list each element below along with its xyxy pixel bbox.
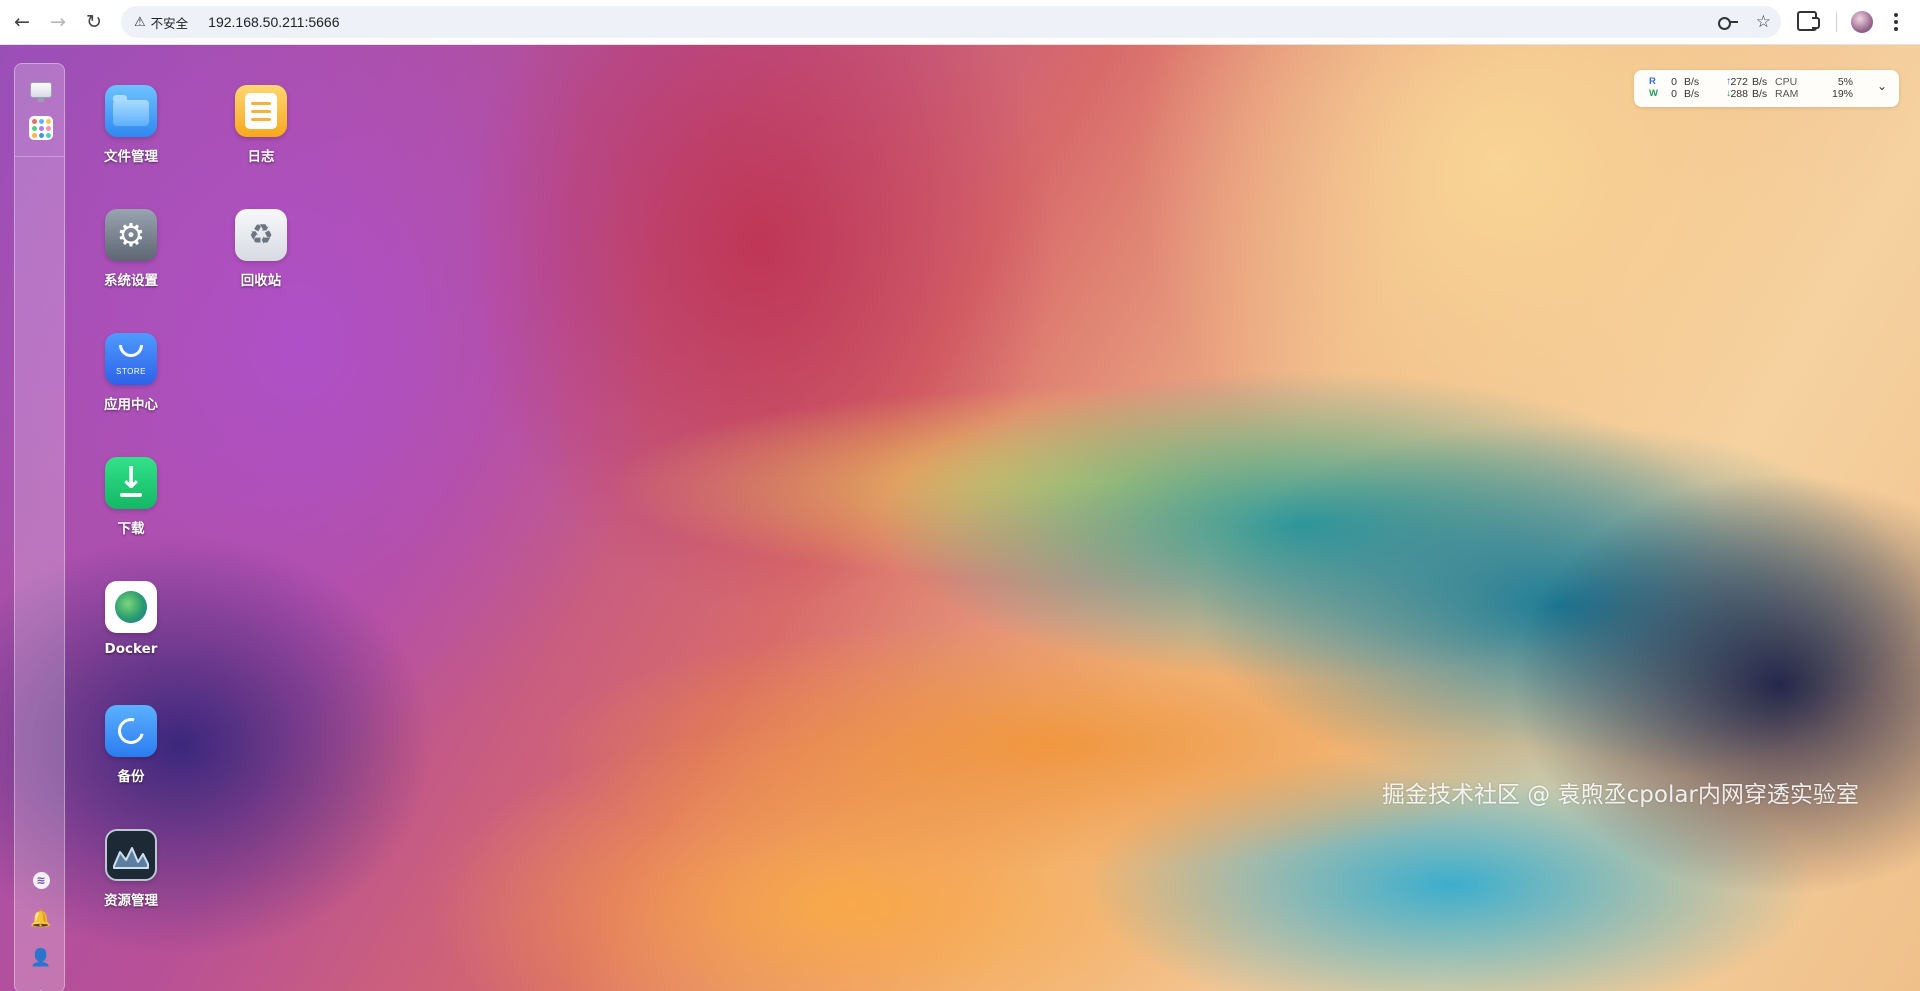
cpu-value: 5% <box>1837 76 1853 88</box>
bookmark-star-icon[interactable]: ☆ <box>1756 12 1771 32</box>
password-key-icon[interactable] <box>1717 16 1738 30</box>
disk-write-value: 0 <box>1671 88 1677 100</box>
sidebar-divider <box>15 156 64 157</box>
arrow-right-icon: → <box>50 11 66 33</box>
disk-read-value: 0 <box>1671 76 1677 88</box>
chevron-down-icon[interactable]: ⌄ <box>1877 80 1887 92</box>
recycle-bin-icon: ♻ <box>235 209 287 261</box>
app-label: 备份 <box>117 769 145 785</box>
app-label: 下载 <box>117 521 145 537</box>
reload-button[interactable]: ↻ <box>76 4 112 40</box>
settings-icon[interactable]: ⚙ <box>29 986 53 991</box>
app-label: 日志 <box>247 149 275 165</box>
desktop-app-backup[interactable]: 备份 <box>71 705 191 785</box>
watermark-text: 掘金技术社区 @ 袁煦丞cpolar内网穿透实验室 <box>1382 782 1859 808</box>
resource-monitor-icon <box>105 829 157 881</box>
folder-icon <box>105 85 157 137</box>
app-label: Docker <box>104 641 158 657</box>
cpu-label: CPU <box>1775 76 1798 88</box>
disk-write-unit: B/s <box>1684 88 1700 100</box>
app-label: 回收站 <box>240 273 282 289</box>
apps-grid-icon[interactable] <box>29 116 53 140</box>
app-store-icon: STORE <box>105 333 157 385</box>
security-indicator[interactable]: ⚠ 不安全 <box>127 9 198 35</box>
net-down-unit: B/s <box>1752 88 1768 100</box>
net-down-value: 288 <box>1730 88 1748 100</box>
profile-avatar[interactable] <box>1851 11 1873 33</box>
url-text[interactable]: 192.168.50.211:5666 <box>208 14 339 30</box>
backup-icon <box>105 705 157 757</box>
download-icon: ↓ <box>105 457 157 509</box>
ram-label: RAM <box>1775 88 1799 100</box>
arrow-left-icon: ← <box>14 11 30 33</box>
bell-icon[interactable]: 🔔 <box>29 907 53 931</box>
disk-read-unit: B/s <box>1684 76 1700 88</box>
back-button[interactable]: ← <box>4 4 40 40</box>
desktop-app-download[interactable]: ↓ 下载 <box>71 457 191 537</box>
desktop-app-system-settings[interactable]: ⚙ 系统设置 <box>71 209 191 289</box>
net-up-unit: B/s <box>1752 76 1768 88</box>
app-label: 文件管理 <box>104 149 158 165</box>
docker-icon <box>105 581 157 633</box>
warning-icon: ⚠ <box>134 14 146 29</box>
browser-toolbar: ← → ↻ ⚠ 不安全 192.168.50.211:5666 ☆ <box>0 0 1920 45</box>
app-label: 资源管理 <box>104 893 158 909</box>
desktop-wallpaper: ≋ 🔔 👤 ⚙ 文件管理 日志 ⚙ 系统设置 ♻ 回收站 STORE 应用中心 … <box>0 45 1920 991</box>
system-monitor-widget[interactable]: R 0 B/s ↑ 272 B/s CPU 5% W 0 B/s ↓ 288 B… <box>1634 70 1899 107</box>
log-icon <box>235 85 287 137</box>
fn-logo-icon[interactable]: ≋ <box>29 868 53 892</box>
monitor-icon[interactable] <box>29 78 53 102</box>
desktop-app-app-center[interactable]: STORE 应用中心 <box>71 333 191 413</box>
store-tile-text: STORE <box>116 367 146 376</box>
desktop-app-resource-manager[interactable]: 资源管理 <box>71 829 191 909</box>
address-bar[interactable]: ⚠ 不安全 192.168.50.211:5666 ☆ <box>121 6 1781 38</box>
browser-menu-icon[interactable] <box>1887 10 1905 34</box>
app-label: 应用中心 <box>104 397 158 413</box>
desktop-app-docker[interactable]: Docker <box>71 581 191 657</box>
desktop-app-recycle-bin[interactable]: ♻ 回收站 <box>201 209 321 289</box>
reload-icon: ↻ <box>86 11 102 33</box>
desktop-app-log[interactable]: 日志 <box>201 85 321 165</box>
net-up-value: 272 <box>1730 76 1748 88</box>
desktop-sidebar: ≋ 🔔 👤 ⚙ <box>14 63 65 991</box>
user-icon[interactable]: 👤 <box>29 946 53 970</box>
disk-write-label: W <box>1649 88 1658 99</box>
disk-read-label: R <box>1649 76 1656 87</box>
app-label: 系统设置 <box>104 273 158 289</box>
settings-gear-icon: ⚙ <box>105 209 157 261</box>
ram-value: 19% <box>1831 88 1853 100</box>
forward-button[interactable]: → <box>40 4 76 40</box>
security-label: 不安全 <box>150 16 189 31</box>
toolbar-divider <box>1836 12 1837 32</box>
extensions-icon[interactable] <box>1797 11 1820 31</box>
desktop-app-file-manager[interactable]: 文件管理 <box>71 85 191 165</box>
